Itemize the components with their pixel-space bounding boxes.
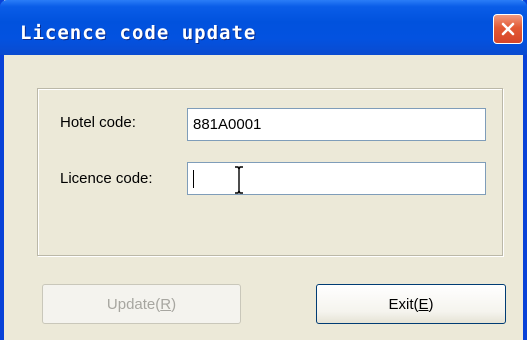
hotel-code-field[interactable]: 881A0001 [187,108,486,141]
exit-hotkey: E [418,295,429,313]
close-button[interactable] [493,14,523,44]
window-title: Licence code update [20,22,257,44]
update-label: Update( [106,295,161,313]
update-button[interactable]: Update(R) [42,284,241,324]
licence-code-field[interactable] [187,162,486,195]
hotel-code-label: Hotel code: [60,114,136,131]
title-bar[interactable]: Licence code update [0,0,527,55]
close-icon [501,22,515,36]
exit-label-close: ) [428,295,434,313]
text-cursor-icon [235,166,243,194]
exit-button[interactable]: Exit(E) [316,284,506,324]
update-hotkey: R [160,295,172,313]
licence-dialog: Licence code update Hotel code: 881A0001… [0,0,527,340]
text-caret [193,170,194,188]
update-label-close: ) [171,295,177,313]
licence-code-label: Licence code: [60,170,153,187]
exit-label: Exit( [388,295,419,313]
